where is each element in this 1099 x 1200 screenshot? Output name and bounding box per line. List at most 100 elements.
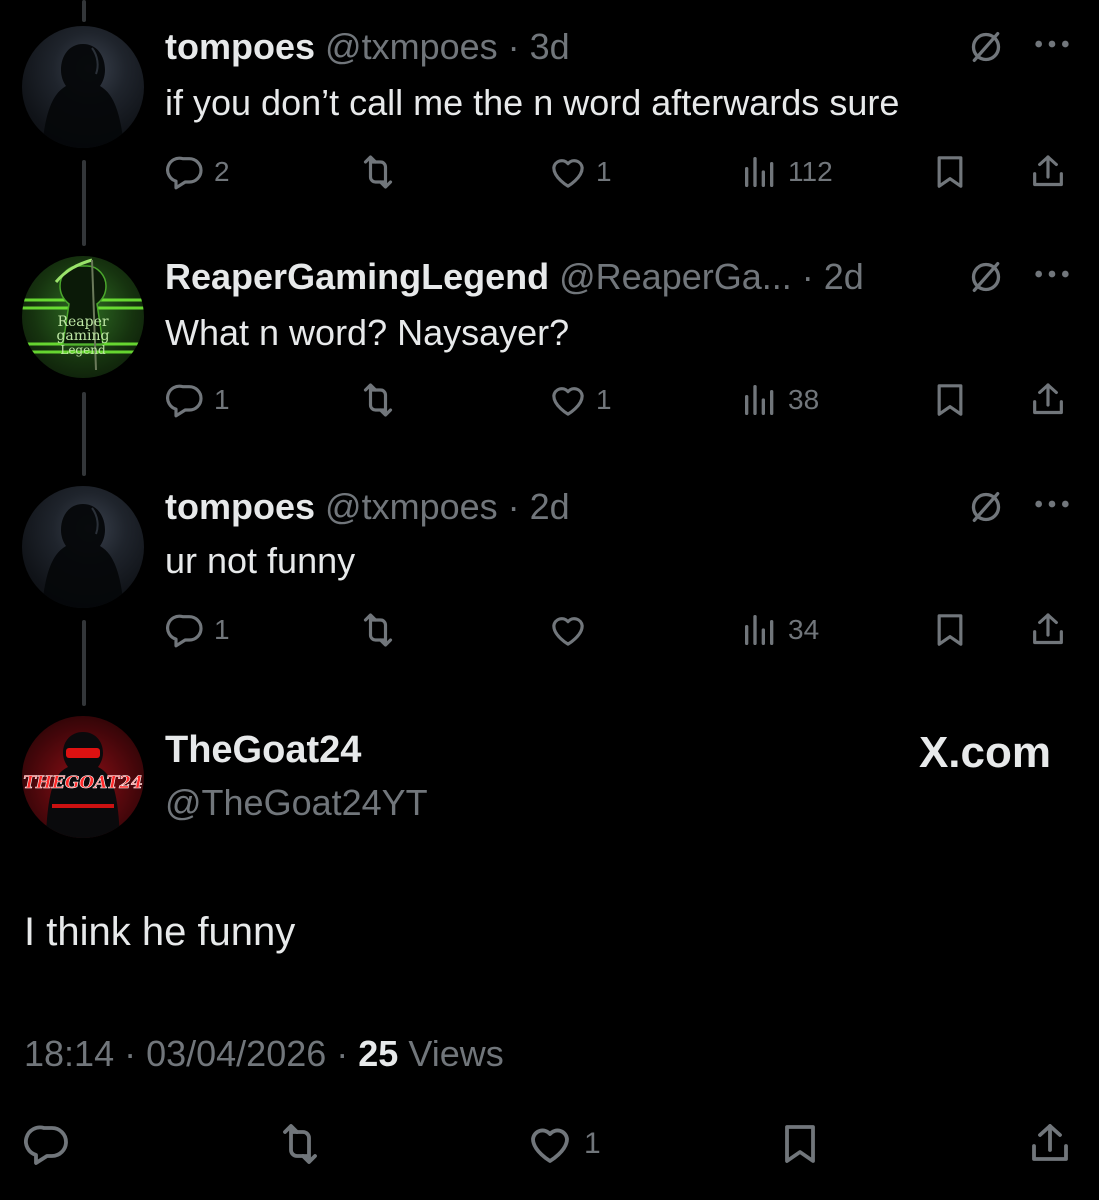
avatar[interactable]: Reaper gaming Legend: [22, 256, 144, 378]
tweet-header: tompoes @txmpoes · 3d: [165, 26, 570, 68]
views-label: Views: [408, 1033, 504, 1074]
main-tweet-text: I think he funny: [24, 910, 296, 954]
repost-button[interactable]: [358, 610, 406, 650]
bookmark-icon: [930, 380, 970, 420]
tweet-text: if you don’t call me the n word afterwar…: [165, 82, 900, 123]
avatar-logo-text: THEGOAT24: [23, 773, 143, 793]
repost-icon: [358, 380, 398, 420]
view-count: 38: [788, 384, 820, 415]
thread-tweet[interactable]: tompoes @txmpoes · 3d if you don’t call …: [0, 0, 1099, 230]
bookmark-button[interactable]: [930, 610, 970, 650]
views-button[interactable]: 38: [740, 380, 819, 420]
reply-icon: [166, 380, 206, 420]
reply-count: 2: [214, 156, 230, 187]
author-handle[interactable]: @ReaperGa...: [559, 256, 792, 297]
tweet-meta: 18:14 · 03/04/2026 · 25 Views: [24, 1033, 504, 1075]
tweet-text: What n word? Naysayer?: [165, 312, 570, 353]
share-button[interactable]: [1028, 152, 1068, 192]
bookmark-button[interactable]: [930, 380, 970, 420]
main-like-button[interactable]: 1: [526, 1120, 601, 1168]
bookmark-button[interactable]: [930, 152, 970, 192]
author-handle[interactable]: @txmpoes: [325, 486, 498, 527]
reply-count: 1: [214, 384, 230, 415]
share-icon: [1028, 610, 1068, 650]
author-name[interactable]: tompoes: [165, 26, 315, 67]
share-icon: [1026, 1120, 1074, 1168]
reply-count: 1: [214, 614, 230, 645]
post-date[interactable]: 03/04/2026: [146, 1033, 326, 1074]
reply-icon: [166, 610, 206, 650]
author-handle[interactable]: @txmpoes: [325, 26, 498, 67]
repost-button[interactable]: [358, 152, 406, 192]
bookmark-icon: [930, 152, 970, 192]
x-brand-logo: X.com: [918, 728, 1051, 777]
more-icon[interactable]: [1032, 37, 1072, 57]
like-button[interactable]: 1: [548, 380, 612, 420]
reply-button[interactable]: 1: [166, 610, 230, 650]
separator: ·: [114, 1033, 147, 1074]
heart-icon: [548, 610, 588, 650]
heart-icon: [548, 380, 588, 420]
timestamp[interactable]: 3d: [530, 26, 570, 67]
svg-text:gaming: gaming: [56, 328, 109, 344]
like-button[interactable]: 1: [548, 152, 612, 192]
main-avatar[interactable]: THEGOAT24: [22, 716, 144, 838]
separator: ·: [791, 256, 824, 297]
tweet-header: tompoes @txmpoes · 2d: [165, 486, 570, 528]
author-name[interactable]: tompoes: [165, 486, 315, 527]
bookmark-icon: [776, 1120, 824, 1168]
mute-icon[interactable]: [966, 257, 1006, 297]
share-icon: [1028, 152, 1068, 192]
view-count: 34: [788, 614, 820, 645]
main-repost-button[interactable]: [276, 1120, 324, 1168]
share-button[interactable]: [1028, 380, 1068, 420]
avatar[interactable]: [22, 486, 144, 608]
main-reply-button[interactable]: [24, 1120, 72, 1168]
views-chart-icon: [740, 152, 780, 192]
reply-icon: [24, 1120, 72, 1168]
thread-tweet[interactable]: tompoes @txmpoes · 2d ur not funny 1 34: [0, 460, 1099, 690]
repost-icon: [276, 1120, 324, 1168]
repost-icon: [358, 610, 398, 650]
reply-button[interactable]: 2: [166, 152, 230, 192]
tweet-text: ur not funny: [165, 540, 356, 581]
main-author-handle[interactable]: @TheGoat24YT: [165, 782, 428, 824]
views-button[interactable]: 34: [740, 610, 819, 650]
heart-icon: [548, 152, 588, 192]
svg-text:Legend: Legend: [60, 343, 106, 357]
tweet-header: ReaperGamingLegend @ReaperGa... · 2d: [165, 256, 864, 298]
view-count: 112: [788, 156, 833, 187]
views-count: 25: [358, 1033, 399, 1074]
repost-button[interactable]: [358, 380, 406, 420]
main-like-count: 1: [584, 1127, 601, 1160]
views-chart-icon: [740, 380, 780, 420]
post-time[interactable]: 18:14: [24, 1033, 114, 1074]
repost-icon: [358, 152, 398, 192]
like-button[interactable]: [548, 610, 596, 650]
main-author-name[interactable]: TheGoat24: [165, 729, 361, 772]
separator: ·: [326, 1033, 359, 1074]
mute-icon[interactable]: [966, 487, 1006, 527]
bookmark-icon: [930, 610, 970, 650]
heart-icon: [526, 1120, 574, 1168]
timestamp[interactable]: 2d: [824, 256, 864, 297]
reply-icon: [166, 152, 206, 192]
main-share-button[interactable]: [1026, 1120, 1074, 1168]
share-icon: [1028, 380, 1068, 420]
timestamp[interactable]: 2d: [530, 486, 570, 527]
main-bookmark-button[interactable]: [776, 1120, 824, 1168]
more-icon[interactable]: [1032, 267, 1072, 287]
reply-button[interactable]: 1: [166, 380, 230, 420]
mute-icon[interactable]: [966, 27, 1006, 67]
separator: ·: [497, 486, 530, 527]
more-icon[interactable]: [1032, 497, 1072, 517]
views-chart-icon: [740, 610, 780, 650]
avatar[interactable]: [22, 26, 144, 148]
share-button[interactable]: [1028, 610, 1068, 650]
thread-tweet[interactable]: Reaper gaming Legend ReaperGamingLegend …: [0, 230, 1099, 460]
views-button[interactable]: 112: [740, 152, 833, 192]
like-count: 1: [596, 156, 612, 187]
like-count: 1: [596, 384, 612, 415]
author-name[interactable]: ReaperGamingLegend: [165, 256, 549, 297]
separator: ·: [497, 26, 530, 67]
